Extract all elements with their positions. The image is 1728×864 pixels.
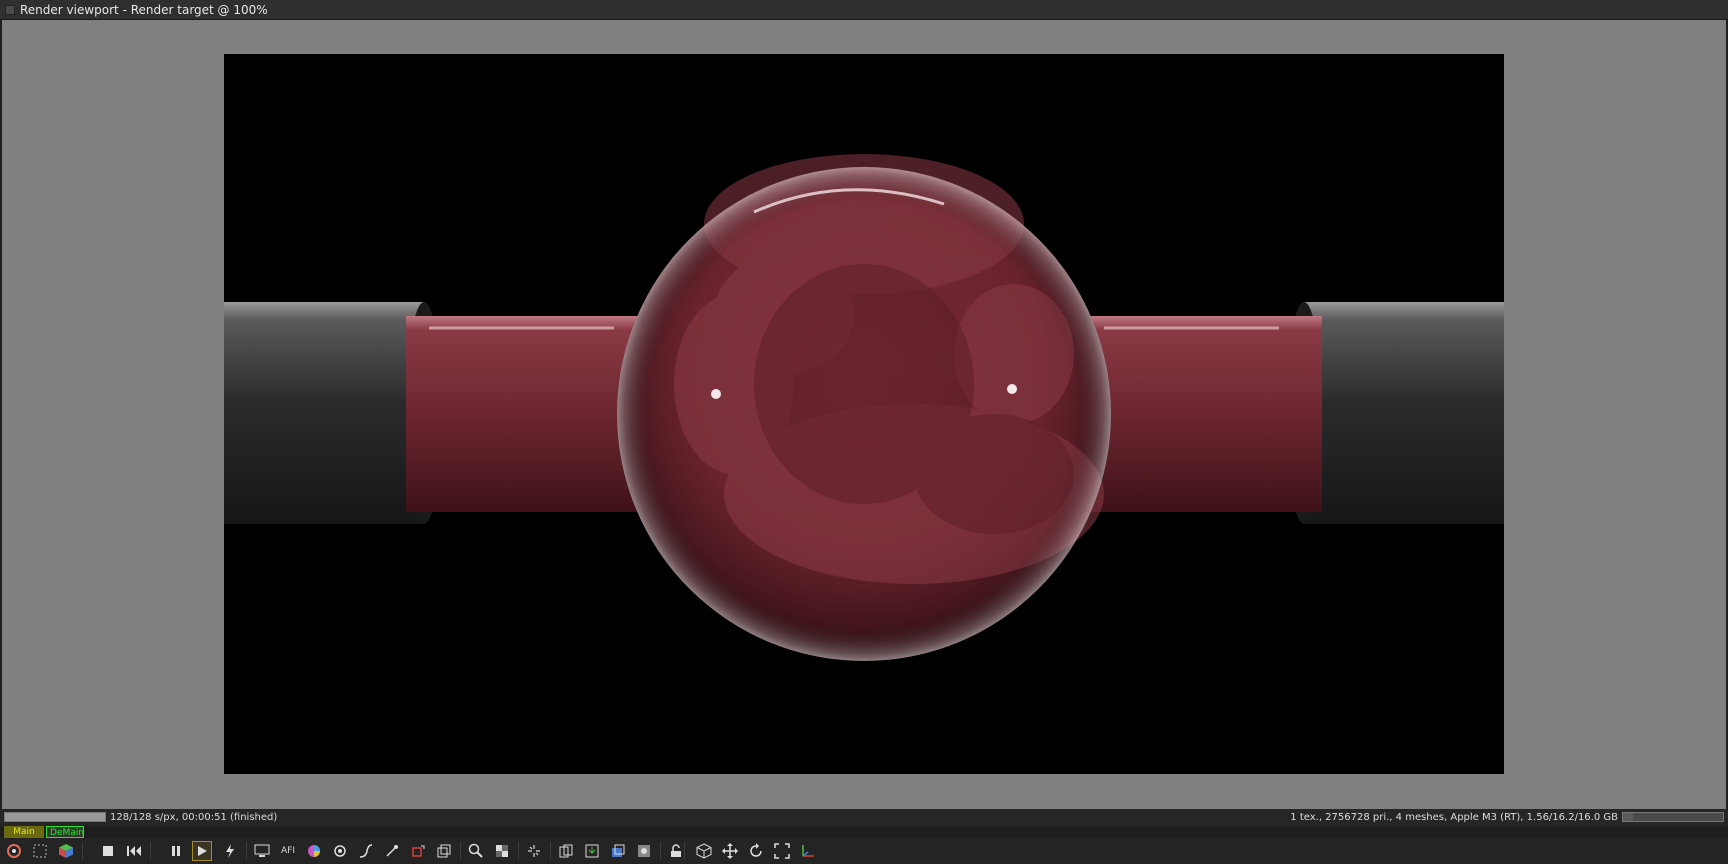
toolbar-separator	[684, 842, 685, 860]
status-bar: 128/128 s/px, 00:00:51 (finished) 1 tex.…	[0, 809, 1728, 826]
save-icon[interactable]	[582, 841, 602, 861]
fullscreen-icon[interactable]	[772, 841, 792, 861]
move-icon[interactable]	[720, 841, 740, 861]
tab-main[interactable]: Main	[4, 826, 44, 838]
render-image	[224, 54, 1504, 774]
toolbar-separator	[82, 842, 83, 860]
render-scene	[224, 54, 1504, 774]
curve-icon[interactable]	[356, 841, 376, 861]
import-icon[interactable]	[634, 841, 654, 861]
toolbar-separator	[460, 842, 461, 860]
afi-icon[interactable]: AFI	[278, 841, 298, 861]
render-progress-bar	[4, 812, 106, 822]
memory-usage-bar	[1622, 812, 1724, 822]
viewport-toolbar: AFI	[0, 838, 1728, 864]
lock-icon[interactable]	[666, 841, 686, 861]
render-progress-fill	[5, 813, 105, 821]
render-viewport[interactable]	[2, 20, 1726, 809]
toolbar-separator	[150, 842, 151, 860]
color-cube-icon[interactable]	[56, 841, 76, 861]
spark-icon[interactable]	[524, 841, 544, 861]
camera-response-icon[interactable]	[330, 841, 350, 861]
render-pass-tabs: Main DeMain	[0, 826, 1728, 838]
flash-icon[interactable]	[220, 841, 240, 861]
toolbar-separator	[550, 842, 551, 860]
picker-icon[interactable]	[382, 841, 402, 861]
toolbar-separator	[660, 842, 661, 860]
render-settings-icon[interactable]	[4, 841, 24, 861]
zoom-icon[interactable]	[466, 841, 486, 861]
export-icon[interactable]	[608, 841, 628, 861]
title-bar: Render viewport - Render target @ 100%	[0, 0, 1728, 20]
scene-stats-text: 1 tex., 2756728 pri., 4 meshes, Apple M3…	[1290, 812, 1618, 823]
checker-icon[interactable]	[492, 841, 512, 861]
window-title: Render viewport - Render target @ 100%	[20, 3, 268, 17]
stop-icon[interactable]	[98, 841, 118, 861]
start-icon[interactable]	[192, 841, 212, 861]
copy-icon[interactable]	[556, 841, 576, 861]
toolbar-separator	[518, 842, 519, 860]
display-icon[interactable]	[252, 841, 272, 861]
render-status-text: 128/128 s/px, 00:00:51 (finished)	[110, 812, 278, 823]
tab-demain[interactable]: DeMain	[46, 826, 84, 838]
pause-icon[interactable]	[166, 841, 186, 861]
memory-usage-fill	[1623, 813, 1633, 821]
color-wheel-icon[interactable]	[304, 841, 324, 861]
red-square-icon[interactable]	[408, 841, 428, 861]
toolbar-separator	[246, 842, 247, 860]
rotate-icon[interactable]	[746, 841, 766, 861]
axis-icon[interactable]	[798, 841, 818, 861]
cube-icon[interactable]	[694, 841, 714, 861]
layer-icon[interactable]	[434, 841, 454, 861]
restart-icon[interactable]	[124, 841, 144, 861]
region-icon[interactable]	[30, 841, 50, 861]
window-menu-icon[interactable]	[5, 5, 15, 15]
